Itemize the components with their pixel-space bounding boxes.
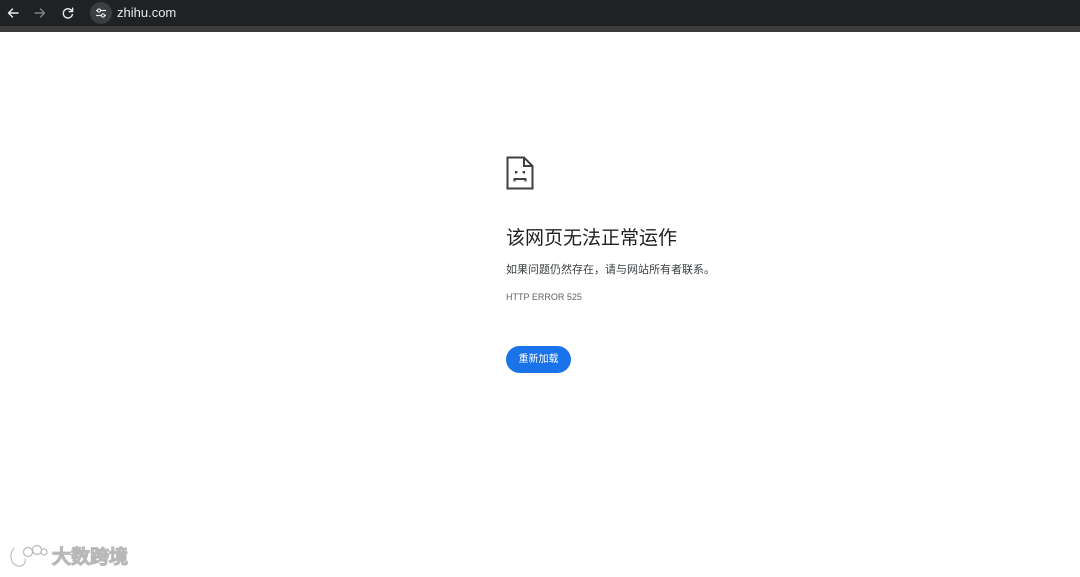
tune-icon xyxy=(96,8,106,18)
toolbar-divider xyxy=(0,26,1080,32)
arrow-left-icon xyxy=(7,8,19,18)
browser-toolbar: zhihu.com xyxy=(0,0,1080,26)
sad-page-icon xyxy=(506,156,534,190)
forward-button[interactable] xyxy=(30,3,50,23)
site-info-button[interactable] xyxy=(90,2,112,24)
watermark: 大数跨境 xyxy=(8,543,129,571)
error-code: HTTP ERROR 525 xyxy=(506,292,582,302)
reload-icon xyxy=(62,7,74,19)
back-button[interactable] xyxy=(3,3,23,23)
dashu-logo-icon xyxy=(8,544,48,569)
watermark-text: 大数跨境 xyxy=(51,546,129,569)
address-bar[interactable] xyxy=(90,1,1080,25)
error-heading: 该网页无法正常运作 xyxy=(506,227,678,249)
error-message: 如果问题仍然存在，请与网站所有者联系。 xyxy=(506,263,715,276)
reload-button[interactable] xyxy=(58,3,78,23)
url-text[interactable]: zhihu.com xyxy=(117,4,176,22)
reload-page-button[interactable]: 重新加载 xyxy=(506,346,571,373)
arrow-right-icon xyxy=(34,8,46,18)
